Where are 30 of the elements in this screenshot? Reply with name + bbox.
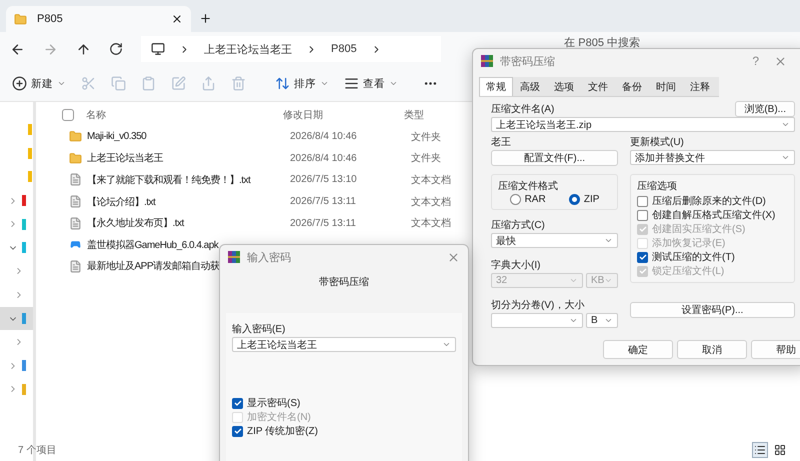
dialog-title: 带密码压缩 (500, 54, 556, 68)
field-label: 压缩方式(C) (491, 218, 546, 232)
file-name: 盖世模拟器GameHub_6.0.4.apk (87, 238, 220, 252)
field-label: 切分为分卷(V)，大小 (491, 298, 586, 312)
file-name: 【永久地址发布页】.txt (87, 216, 186, 230)
item-count: 7 个项目 (18, 444, 56, 457)
dialog-heading: 带密码压缩 (319, 276, 369, 289)
field-label: 输入密码(E) (232, 322, 286, 336)
file-date: 2026/7/5 13:11 (290, 196, 357, 208)
dialog-title: 输入密码 (247, 250, 292, 264)
group-label: 压缩文件格式 (498, 180, 559, 193)
group-label: 压缩选项 (637, 180, 678, 193)
file-name: Maji-iki_v0.350 (87, 131, 148, 142)
field-label: 压缩文件名(A) (491, 102, 554, 116)
file-type: 文件夹 (411, 130, 442, 144)
field-label: 更新模式(U) (630, 136, 685, 149)
field-label: 老王 (491, 136, 512, 149)
file-name: 上老王论坛当老王 (87, 152, 164, 166)
file-date: 2026/8/4 10:46 (290, 131, 358, 142)
file-type: 文件夹 (411, 152, 442, 166)
file-name: 最新地址及APP请发邮箱自动获 (87, 260, 221, 274)
file-type: 文本文档 (411, 196, 452, 209)
file-type: 文本文档 (411, 216, 452, 230)
file-date: 2026/7/5 13:10 (290, 174, 358, 186)
file-name: 【论坛介绍】.txt (87, 196, 157, 209)
file-date: 2026/7/5 13:11 (290, 218, 357, 229)
file-date: 2026/8/4 10:46 (290, 152, 358, 164)
file-name: 【来了就能下载和观看！纯免费！】.txt (87, 174, 252, 187)
file-type: 文本文档 (411, 174, 452, 187)
field-label: 字典大小(I) (491, 258, 542, 272)
